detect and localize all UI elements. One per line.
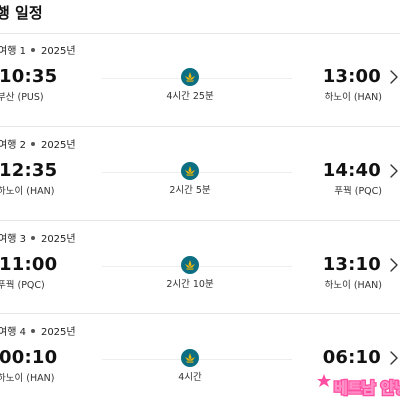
airline-logo-icon bbox=[181, 349, 199, 367]
trip-header: 여행 1 2025년 bbox=[0, 45, 76, 59]
departure-airport: 푸꿕 (PQC) bbox=[0, 280, 45, 291]
chevron-right-icon[interactable] bbox=[389, 163, 399, 179]
flight-duration: 4시간 25분 bbox=[166, 91, 214, 102]
departure-time: 12:35 bbox=[0, 160, 58, 181]
airline-logo-icon bbox=[181, 68, 199, 86]
chevron-right-icon[interactable] bbox=[389, 69, 399, 85]
trip-year: 2025년 bbox=[40, 234, 76, 245]
trip-label: 여행 4 bbox=[0, 327, 26, 338]
trip-itinerary-page: 행 일정 여행 1 2025년 10:35 부산 (PUS) 4시간 25분 13… bbox=[0, 0, 400, 400]
departure-time: 10:35 bbox=[0, 66, 58, 87]
separator-dot bbox=[30, 329, 35, 333]
divider bbox=[0, 220, 400, 221]
divider bbox=[0, 126, 400, 127]
divider bbox=[0, 33, 400, 34]
arrival-airport: 하노이 (HAN) bbox=[324, 280, 382, 291]
flight-duration: 2시간 10분 bbox=[166, 279, 214, 290]
trip-header: 여행 2 2025년 bbox=[0, 139, 76, 153]
flight-duration: 4시간 bbox=[178, 372, 202, 383]
departure-airport: 하노이 (HAN) bbox=[0, 186, 55, 197]
trip-card-1[interactable]: 여행 1 2025년 10:35 부산 (PUS) 4시간 25분 13:00 하… bbox=[0, 45, 400, 125]
svg-text:베트남 안녕: 베트남 안녕 bbox=[334, 379, 400, 397]
watermark-logo: 베트남 안녕 베트남 안녕 bbox=[316, 350, 400, 400]
trip-year: 2025년 bbox=[40, 140, 76, 151]
departure-airport: 하노이 (HAN) bbox=[0, 373, 55, 384]
trip-card-2[interactable]: 여행 2 2025년 12:35 하노이 (HAN) 2시간 5분 14:40 푸… bbox=[0, 139, 400, 219]
departure-time: 00:10 bbox=[0, 347, 58, 368]
trip-header: 여행 4 2025년 bbox=[0, 326, 76, 340]
trip-year: 2025년 bbox=[40, 327, 76, 338]
arrival-time: 13:00 bbox=[322, 66, 381, 87]
airline-logo-icon bbox=[181, 256, 199, 274]
arrival-airport: 하노이 (HAN) bbox=[324, 92, 382, 103]
separator-dot bbox=[30, 48, 35, 52]
trip-label: 여행 3 bbox=[0, 234, 26, 245]
divider bbox=[0, 313, 400, 314]
trip-year: 2025년 bbox=[40, 46, 76, 57]
trip-label: 여행 1 bbox=[0, 46, 26, 57]
separator-dot bbox=[30, 142, 35, 146]
trip-card-3[interactable]: 여행 3 2025년 11:00 푸꿕 (PQC) 2시간 10분 13:10 하… bbox=[0, 233, 400, 313]
departure-time: 11:00 bbox=[0, 254, 58, 275]
chevron-right-icon[interactable] bbox=[389, 257, 399, 273]
arrival-airport: 푸꿕 (PQC) bbox=[334, 186, 382, 197]
arrival-time: 14:40 bbox=[322, 160, 381, 181]
flight-duration: 2시간 5분 bbox=[169, 185, 211, 196]
page-title: 행 일정 bbox=[0, 4, 43, 22]
departure-airport: 부산 (PUS) bbox=[0, 92, 44, 103]
airline-logo-icon bbox=[181, 162, 199, 180]
separator-dot bbox=[30, 236, 35, 240]
trip-label: 여행 2 bbox=[0, 140, 26, 151]
arrival-time: 13:10 bbox=[322, 254, 381, 275]
trip-header: 여행 3 2025년 bbox=[0, 233, 76, 247]
